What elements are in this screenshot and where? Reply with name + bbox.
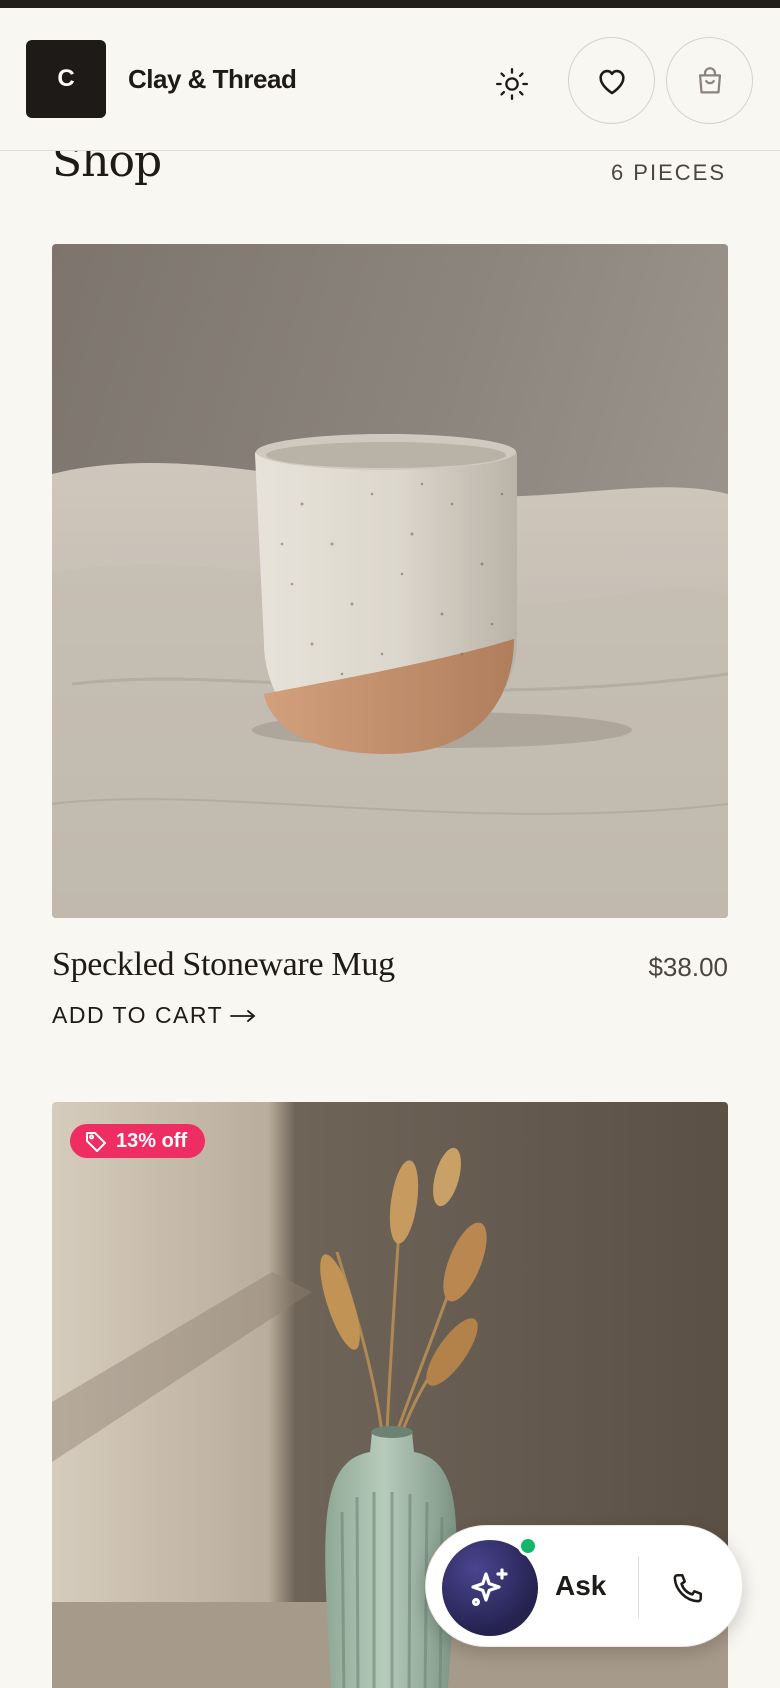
brand-logo[interactable]: C [26, 40, 106, 118]
call-button[interactable] [662, 1562, 714, 1614]
brand-name[interactable]: Clay & Thread [128, 64, 297, 95]
add-to-cart-label: ADD TO CART [52, 1002, 224, 1028]
product-name[interactable]: Speckled Stoneware Mug [52, 946, 395, 984]
divider [638, 1556, 639, 1618]
sparkles-icon [471, 1568, 508, 1606]
site-header: C Clay & Thread [0, 8, 780, 151]
shopping-bag-icon [698, 66, 721, 93]
tag-icon [86, 1132, 106, 1152]
assistant-widget: Ask [425, 1525, 743, 1647]
discount-badge: 13% off [70, 1124, 206, 1158]
sun-icon [495, 67, 529, 101]
heart-icon [598, 69, 625, 94]
phone-icon [673, 1573, 703, 1603]
top-status-strip [0, 0, 780, 8]
arrow-right-icon [230, 1009, 256, 1022]
add-to-cart-button[interactable]: ADD TO CART [52, 1002, 257, 1029]
favorites-button[interactable] [568, 37, 655, 124]
product-image-mug[interactable] [52, 244, 728, 918]
product-price: $38.00 [648, 952, 728, 982]
discount-label: 13% off [116, 1129, 188, 1152]
ask-label[interactable]: Ask [555, 1570, 606, 1602]
online-status-indicator [518, 1536, 538, 1556]
piece-count: 6 PIECES [610, 160, 726, 185]
cart-button[interactable] [666, 37, 753, 124]
theme-toggle-button[interactable] [486, 58, 538, 110]
